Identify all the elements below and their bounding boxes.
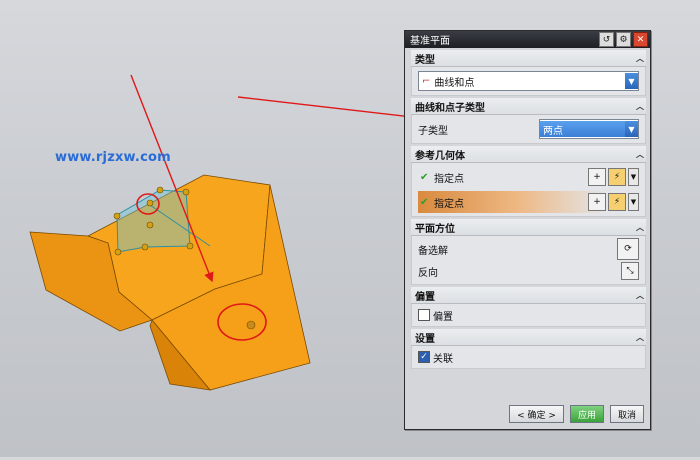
selected-point-2[interactable] xyxy=(246,320,256,330)
point-dialog-icon[interactable]: + xyxy=(588,193,606,211)
subtype-label: 子类型 xyxy=(418,125,448,137)
chevron-up-icon[interactable]: ︿ xyxy=(634,149,646,160)
chevron-up-icon[interactable]: ︿ xyxy=(634,332,646,343)
reset-icon[interactable]: ↺ xyxy=(599,32,614,47)
datum-plane-dialog[interactable]: 基准平面 ↺ ⚙ ✕ 类型 ︿ ⌐ 曲线和点 ▼ 曲线和点子类型 ︿ 子类型 两点… xyxy=(404,30,651,430)
reverse-label: 反向 xyxy=(418,267,438,279)
section-subtype-header[interactable]: 曲线和点子类型 ︿ xyxy=(411,98,646,115)
close-icon[interactable]: ✕ xyxy=(633,32,648,47)
offset-checkbox-label: 偏置 xyxy=(433,311,453,323)
ok-button[interactable]: < 确定 > xyxy=(509,405,564,423)
section-subtype-label: 曲线和点子类型 xyxy=(415,102,485,114)
section-offset-body: 偏置 xyxy=(411,304,646,327)
subtype-select-value: 两点 xyxy=(540,121,625,137)
section-reference-header[interactable]: 参考几何体 ︿ xyxy=(411,146,646,163)
offset-checkbox-row[interactable]: 偏置 xyxy=(418,307,639,323)
section-orientation-label: 平面方位 xyxy=(415,223,455,235)
subtype-select[interactable]: 两点 ▼ xyxy=(539,119,639,139)
gear-icon[interactable]: ⚙ xyxy=(616,32,631,47)
type-select-value: 曲线和点 xyxy=(434,77,475,89)
specify-point-label: 指定点 xyxy=(434,198,464,210)
chevron-down-icon[interactable]: ▼ xyxy=(628,168,639,186)
section-offset-label: 偏置 xyxy=(415,291,435,303)
section-settings-label: 设置 xyxy=(415,333,435,345)
dialog-button-bar: < 确定 > 应用 取消 xyxy=(405,405,650,423)
associative-checkbox[interactable]: ✓ xyxy=(418,351,430,363)
curve-point-icon: ⌐ xyxy=(422,75,431,87)
associative-checkbox-label: 关联 xyxy=(433,353,453,365)
point-inference-icon[interactable]: ⚡ xyxy=(608,193,626,211)
cancel-button[interactable]: 取消 xyxy=(609,405,644,423)
section-offset-header[interactable]: 偏置 ︿ xyxy=(411,287,646,304)
dialog-titlebar[interactable]: 基准平面 ↺ ⚙ ✕ xyxy=(405,31,650,48)
offset-checkbox[interactable] xyxy=(418,309,430,321)
chevron-down-icon[interactable]: ▼ xyxy=(628,193,639,211)
specify-point-row-1[interactable]: ✔ 指定点 + ⚡ ▼ xyxy=(418,166,639,188)
specify-point-label: 指定点 xyxy=(434,173,464,185)
chevron-up-icon[interactable]: ︿ xyxy=(634,290,646,301)
section-reference-body: ✔ 指定点 + ⚡ ▼ ✔ 指定点 + ⚡ ▼ xyxy=(411,163,646,217)
checkmark-icon: ✔ xyxy=(420,171,429,183)
section-settings-body: ✓ 关联 xyxy=(411,346,646,369)
watermark-text: www.rjzxw.com xyxy=(55,150,171,165)
chevron-up-icon[interactable]: ︿ xyxy=(634,222,646,233)
dialog-title: 基准平面 xyxy=(410,36,450,47)
reverse-direction-icon[interactable]: ⤡ xyxy=(621,262,639,280)
apply-button[interactable]: 应用 xyxy=(569,405,604,423)
chevron-down-icon[interactable]: ▼ xyxy=(625,121,638,137)
section-orientation-body: 备选解 ⟳ 反向 ⤡ xyxy=(411,236,646,285)
point-dialog-icon[interactable]: + xyxy=(588,168,606,186)
chevron-down-icon[interactable]: ▼ xyxy=(625,73,638,89)
section-type-body: ⌐ 曲线和点 ▼ xyxy=(411,67,646,96)
type-select[interactable]: ⌐ 曲线和点 ▼ xyxy=(418,71,639,91)
section-type-label: 类型 xyxy=(415,54,435,66)
section-settings-header[interactable]: 设置 ︿ xyxy=(411,329,646,346)
section-subtype-body: 子类型 两点 ▼ xyxy=(411,115,646,144)
section-orientation-header[interactable]: 平面方位 ︿ xyxy=(411,219,646,236)
section-reference-label: 参考几何体 xyxy=(415,150,465,162)
checkmark-icon: ✔ xyxy=(420,196,429,208)
cycle-icon[interactable]: ⟳ xyxy=(617,238,639,260)
chevron-up-icon[interactable]: ︿ xyxy=(634,101,646,112)
specify-point-row-2[interactable]: ✔ 指定点 + ⚡ ▼ xyxy=(418,191,639,213)
chevron-up-icon[interactable]: ︿ xyxy=(634,53,646,64)
point-inference-icon[interactable]: ⚡ xyxy=(608,168,626,186)
section-type-header[interactable]: 类型 ︿ xyxy=(411,50,646,67)
alternate-solution-label: 备选解 xyxy=(418,245,448,257)
associative-checkbox-row[interactable]: ✓ 关联 xyxy=(418,349,639,365)
